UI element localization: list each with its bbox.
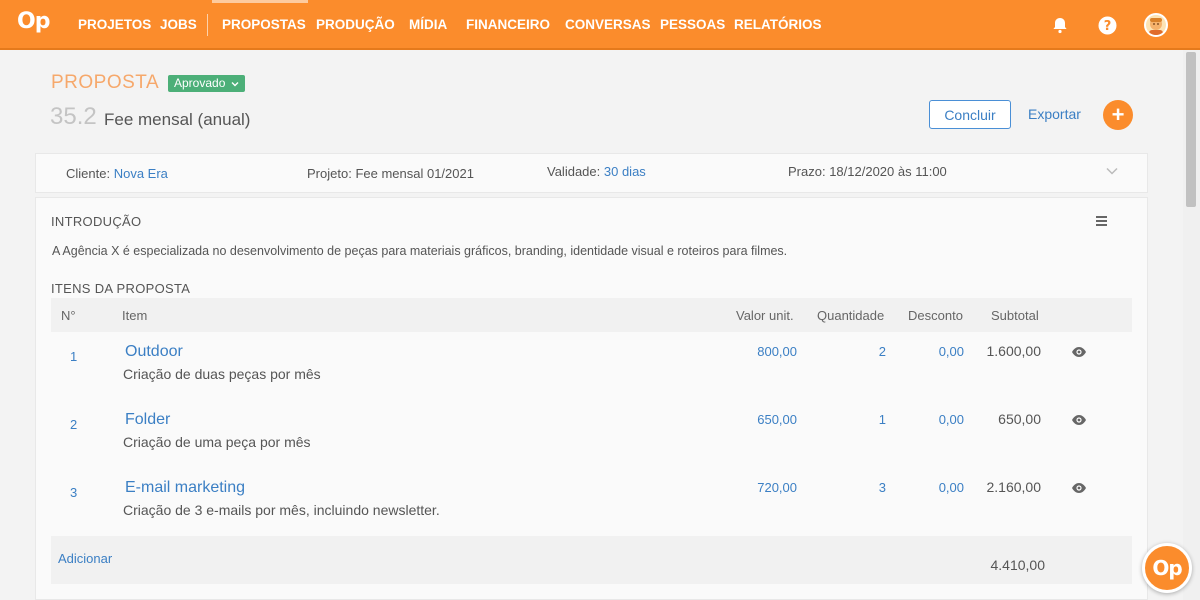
item-name-link[interactable]: E-mail marketing bbox=[125, 479, 245, 497]
add-button[interactable]: + bbox=[1103, 100, 1133, 130]
intro-title: INTRODUÇÃO bbox=[51, 214, 142, 229]
validade-value[interactable]: 30 dias bbox=[604, 164, 646, 179]
prazo-value: 18/12/2020 às 11:00 bbox=[829, 164, 947, 179]
exportar-button[interactable]: Exportar bbox=[1028, 106, 1081, 122]
total-value: 4.410,00 bbox=[990, 557, 1046, 573]
nav-jobs[interactable]: JOBS bbox=[160, 17, 197, 32]
eye-icon[interactable] bbox=[1071, 414, 1087, 426]
col-number: N° bbox=[61, 308, 76, 323]
svg-text:?: ? bbox=[1103, 19, 1111, 34]
row-number: 2 bbox=[70, 417, 78, 432]
subtotal: 2.160,00 bbox=[986, 479, 1042, 495]
col-unit-value: Valor unit. bbox=[736, 308, 794, 323]
unit-value[interactable]: 650,00 bbox=[717, 412, 797, 427]
concluir-button[interactable]: Concluir bbox=[929, 100, 1011, 129]
unit-value[interactable]: 720,00 bbox=[717, 480, 797, 495]
quantity[interactable]: 3 bbox=[826, 480, 886, 495]
unit-value[interactable]: 800,00 bbox=[717, 344, 797, 359]
proposal-number: 35.2 bbox=[50, 103, 97, 130]
nav-pessoas[interactable]: PESSOAS bbox=[660, 17, 725, 32]
cliente-label: Cliente: bbox=[66, 166, 111, 181]
scrollbar-thumb[interactable] bbox=[1186, 52, 1196, 207]
quantity[interactable]: 1 bbox=[826, 412, 886, 427]
nav-midia[interactable]: MÍDIA bbox=[409, 17, 447, 32]
eye-icon[interactable] bbox=[1071, 346, 1087, 358]
col-quantity: Quantidade bbox=[817, 308, 885, 323]
proposal-info-bar: Cliente: Nova Era Projeto: Fee mensal 01… bbox=[35, 153, 1148, 193]
subtotal: 650,00 bbox=[998, 411, 1041, 427]
info-projeto: Projeto: Fee mensal 01/2021 bbox=[307, 166, 474, 181]
row-number: 1 bbox=[70, 349, 78, 364]
menu-icon[interactable] bbox=[1096, 216, 1107, 228]
nav-conversas[interactable]: CONVERSAS bbox=[565, 17, 651, 32]
chat-fab-button[interactable]: Op bbox=[1142, 543, 1192, 593]
quantity[interactable]: 2 bbox=[826, 344, 886, 359]
add-item-link[interactable]: Adicionar bbox=[58, 551, 112, 566]
item-name-link[interactable]: Outdoor bbox=[125, 343, 183, 361]
validade-label: Validade: bbox=[547, 164, 601, 179]
nav-active-indicator bbox=[212, 0, 308, 3]
bell-icon[interactable] bbox=[1049, 14, 1071, 36]
col-item: Item bbox=[122, 308, 148, 323]
discount[interactable]: 0,00 bbox=[904, 344, 964, 359]
intro-text: A Agência X é especializada no desenvolv… bbox=[52, 244, 788, 258]
info-prazo: Prazo: 18/12/2020 às 11:00 bbox=[788, 164, 947, 179]
projeto-value: Fee mensal 01/2021 bbox=[355, 166, 474, 181]
discount[interactable]: 0,00 bbox=[904, 480, 964, 495]
items-table-header: N° Item Valor unit. Quantidade Desconto … bbox=[51, 298, 1132, 332]
chevron-down-icon[interactable] bbox=[1106, 167, 1118, 175]
row-number: 3 bbox=[70, 485, 78, 500]
nav-financeiro[interactable]: FINANCEIRO bbox=[466, 17, 550, 32]
info-cliente: Cliente: Nova Era bbox=[66, 166, 168, 181]
nav-relatorios[interactable]: RELATÓRIOS bbox=[734, 17, 822, 32]
help-icon[interactable]: ? bbox=[1096, 14, 1118, 36]
subtotal: 1.600,00 bbox=[986, 343, 1042, 359]
prazo-label: Prazo: bbox=[788, 164, 826, 179]
nav-producao[interactable]: PRODUÇÃO bbox=[316, 17, 395, 32]
chevron-down-icon bbox=[231, 82, 239, 87]
discount[interactable]: 0,00 bbox=[904, 412, 964, 427]
page-title: Fee mensal (anual) bbox=[104, 110, 251, 129]
item-description: Criação de duas peças por mês bbox=[123, 366, 321, 382]
doc-type-label: PROPOSTA bbox=[51, 72, 160, 93]
col-subtotal: Subtotal bbox=[991, 308, 1039, 323]
cliente-link[interactable]: Nova Era bbox=[114, 166, 168, 181]
nav-propostas[interactable]: PROPOSTAS bbox=[222, 17, 306, 32]
nav-divider bbox=[207, 14, 208, 36]
top-navbar: Op PROJETOS JOBS PROPOSTAS PRODUÇÃO MÍDI… bbox=[0, 0, 1200, 50]
avatar[interactable] bbox=[1144, 13, 1168, 37]
app-logo[interactable]: Op bbox=[17, 9, 50, 34]
status-dropdown[interactable]: Aprovado bbox=[168, 75, 245, 92]
info-validade: Validade: 30 dias bbox=[547, 164, 646, 179]
items-title: ITENS DA PROPOSTA bbox=[51, 281, 191, 296]
col-discount: Desconto bbox=[908, 308, 963, 323]
status-label: Aprovado bbox=[174, 76, 226, 90]
item-description: Criação de 3 e-mails por mês, incluindo … bbox=[123, 502, 440, 518]
nav-projetos[interactable]: PROJETOS bbox=[78, 17, 151, 32]
item-description: Criação de uma peça por mês bbox=[123, 434, 311, 450]
eye-icon[interactable] bbox=[1071, 482, 1087, 494]
item-name-link[interactable]: Folder bbox=[125, 411, 170, 429]
projeto-label: Projeto: bbox=[307, 166, 352, 181]
